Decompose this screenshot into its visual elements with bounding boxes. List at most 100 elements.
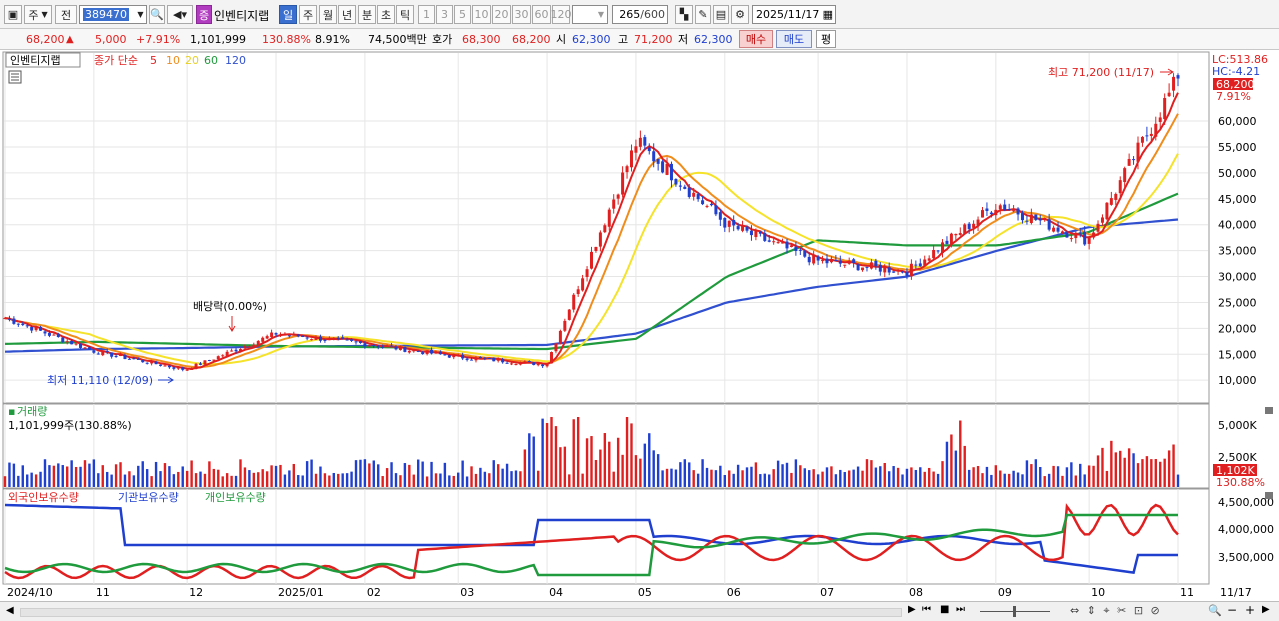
avg-button[interactable]: 평 <box>816 30 836 48</box>
period-day-tab[interactable]: 일 <box>279 5 297 24</box>
candle-body <box>172 367 176 369</box>
search-icon[interactable]: 🔍 <box>149 5 165 24</box>
volume-bar <box>257 472 260 487</box>
turnover-pct: 8.91% <box>315 33 350 46</box>
period-week-tab[interactable]: 주 <box>299 5 317 24</box>
code-dropdown-icon[interactable]: ▼ <box>134 5 147 24</box>
chart-tool-icon[interactable]: ▚ <box>675 5 693 24</box>
volume-bar <box>550 417 553 487</box>
period-year-tab[interactable]: 년 <box>338 5 356 24</box>
sell-button[interactable]: 매도 <box>776 30 812 48</box>
volume-bar <box>696 473 700 487</box>
holding-tick-3500000: 3,500,000 <box>1218 551 1274 564</box>
candle-body <box>994 209 998 216</box>
candle-body <box>501 359 505 363</box>
interval-60-button[interactable]: 60 <box>532 5 551 24</box>
sound-icon[interactable]: ◀▾ <box>167 5 193 24</box>
volume-bar <box>208 461 211 487</box>
volume-bar <box>1021 474 1024 487</box>
chart-tool-icons[interactable]: ⇔ ⇕ ⌖ ✂ ⊡ ⊘ <box>1070 604 1162 618</box>
calendar-icon[interactable]: ▦ <box>823 8 833 21</box>
x-axis-labels: 2024/10 11 12 2025/01 02 03 04 05 06 07 08 09 10 11 <box>7 586 1194 599</box>
interval-30-button[interactable]: 30 <box>512 5 531 24</box>
candle-body <box>65 341 69 343</box>
candle-body <box>954 233 958 236</box>
market-select[interactable]: 주 ▼ <box>24 5 52 24</box>
candle-body <box>412 350 416 352</box>
volume-bar <box>612 471 615 487</box>
volume-bar <box>732 473 735 487</box>
volume-bar <box>1123 457 1126 487</box>
period-minute-tab[interactable]: 분 <box>358 5 376 24</box>
candle-body <box>163 365 167 367</box>
scroll-right-icon[interactable]: ▶ <box>1262 604 1270 615</box>
window-icon[interactable]: ▣ <box>4 5 22 24</box>
candle-body <box>1034 214 1038 220</box>
buy-button[interactable]: 매수 <box>739 30 773 48</box>
candle-body <box>647 147 651 152</box>
interval-1-button[interactable]: 1 <box>418 5 435 24</box>
candle-body <box>807 256 811 263</box>
volume-bar <box>394 473 398 487</box>
interval-10-button[interactable]: 10 <box>472 5 491 24</box>
volume-panel-close-icon[interactable] <box>1265 407 1273 414</box>
candle-body <box>301 335 305 337</box>
candle-body <box>1127 158 1131 166</box>
candle-body <box>1092 232 1096 238</box>
price-axis-tick: 10,000 <box>1218 374 1257 387</box>
candle-body <box>492 357 496 362</box>
period-month-tab[interactable]: 월 <box>319 5 337 24</box>
volume-bar <box>905 468 909 487</box>
volume-bar <box>345 473 349 487</box>
scroll-left-icon[interactable]: ◀ <box>6 605 14 616</box>
period-second-tab[interactable]: 초 <box>377 5 395 24</box>
zoom-out-icon[interactable]: − <box>1227 603 1237 617</box>
candle-body <box>407 350 411 353</box>
forward-icon[interactable]: ⏭ <box>956 604 965 615</box>
volume-bar <box>181 466 184 487</box>
zoom-in-icon[interactable]: + <box>1245 603 1255 617</box>
candle-body <box>989 212 993 215</box>
candle-body <box>216 356 220 360</box>
play-icon[interactable]: ▶ <box>908 604 916 615</box>
interval-20-button[interactable]: 20 <box>492 5 511 24</box>
volume-bar <box>745 467 749 487</box>
scroll-bar[interactable]: ◀ ▶ ⏮ ■ ⏭ ⇔ ⇕ ⌖ ✂ ⊡ ⊘ 🔍 − + ▶ <box>0 601 1279 621</box>
rewind-icon[interactable]: ⏮ <box>922 604 931 615</box>
stop-icon[interactable]: ■ <box>940 604 949 615</box>
bar-count-input[interactable]: 265/600 <box>612 5 668 24</box>
date-input[interactable]: 2025/11/17 ▦ <box>752 5 836 24</box>
save-icon[interactable]: ▤ <box>713 5 729 24</box>
volume-bar <box>834 474 838 487</box>
volume-bar <box>741 470 744 487</box>
volume-bar <box>643 443 647 487</box>
scroll-track[interactable] <box>20 608 902 617</box>
main-toolbar: ▣ 주 ▼ 전 389470 ▼ 🔍 ◀▾ 증 인벤티지랩 일 주 월 년 분 초… <box>0 0 1279 29</box>
mode-button[interactable]: 전 <box>55 5 77 24</box>
volume-bar <box>492 460 495 487</box>
volume-bar <box>896 467 900 487</box>
zoom-slider-handle[interactable] <box>1013 606 1016 617</box>
volume-bar <box>97 473 100 487</box>
interval-3-button[interactable]: 3 <box>436 5 453 24</box>
x-axis-label: 02 <box>367 586 381 599</box>
candle-body <box>105 350 109 352</box>
search-icon[interactable]: 🔍 <box>1208 604 1222 617</box>
candle-body <box>696 194 700 200</box>
candle-body <box>829 260 833 263</box>
candle-body <box>856 264 860 271</box>
candle-body <box>1158 117 1162 122</box>
volume-bar <box>57 463 60 487</box>
volume-bar <box>603 433 607 487</box>
interval-120-button[interactable]: 120 <box>551 5 572 24</box>
volume-bar <box>261 469 264 487</box>
interval-5-button[interactable]: 5 <box>454 5 471 24</box>
interval-custom-select[interactable]: ▼ <box>572 5 608 24</box>
period-tick-tab[interactable]: 틱 <box>396 5 414 24</box>
volume-bar <box>661 470 664 487</box>
draw-tool-icon[interactable]: ✎ <box>695 5 711 24</box>
candle-body <box>598 232 602 247</box>
holding-panel-close-icon[interactable] <box>1265 492 1273 499</box>
chart-area[interactable]: 인벤티지랩 종가 단순 5 10 20 60 120 60,000 55,000 5… <box>0 50 1279 602</box>
gear-icon[interactable]: ⚙ <box>731 5 749 24</box>
